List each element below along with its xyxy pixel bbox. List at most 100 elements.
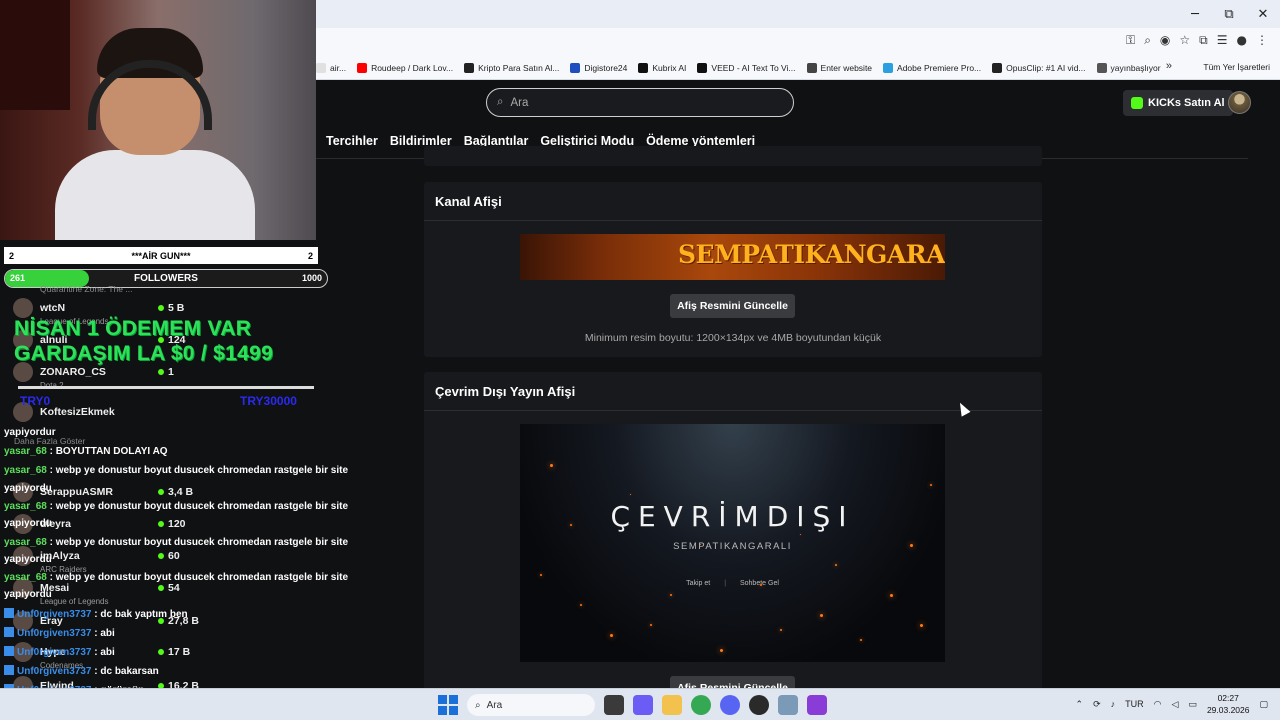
bookmark-item[interactable]: Kripto Para Satın Al... xyxy=(464,62,559,73)
donation-goal-line-1: NİSAN 1 ÖDEMEM VAR xyxy=(14,317,252,340)
chat-username[interactable]: yasar_68 xyxy=(4,572,47,583)
bookmark-item[interactable]: VEED - AI Text To Vi... xyxy=(697,62,796,73)
language-indicator[interactable]: TUR xyxy=(1125,699,1144,709)
restore-icon[interactable]: ⧉ xyxy=(1212,0,1246,28)
eye-icon[interactable]: ◉ xyxy=(1160,33,1170,48)
chat-text: yapiyordu xyxy=(4,518,52,529)
goal-title: ***AİR GUN*** xyxy=(131,250,191,261)
webcam-feed xyxy=(0,0,316,240)
channel-viewers: 5 B xyxy=(158,302,184,314)
offline-follow-text: Takip et xyxy=(686,580,711,587)
followers-label: FOLLOWERS xyxy=(134,273,198,284)
ember-spark xyxy=(580,604,582,606)
wifi-icon[interactable]: ◠ xyxy=(1154,699,1162,710)
chat-message: yapiyordu xyxy=(4,589,52,600)
channel-name[interactable]: ZONARO_CS xyxy=(40,366,106,378)
reading-list-icon[interactable]: ☰ xyxy=(1217,33,1228,48)
ember-spark xyxy=(820,614,823,617)
folder-icon[interactable] xyxy=(662,695,682,715)
card-divider xyxy=(424,220,1042,221)
chat-message: yapiyordur xyxy=(4,427,56,438)
file-explorer-icon[interactable] xyxy=(604,695,624,715)
obs-icon[interactable] xyxy=(749,695,769,715)
all-bookmarks-folder[interactable]: Tüm Yer İşaretleri xyxy=(1203,62,1270,72)
sync-icon[interactable]: ⟳ xyxy=(1093,699,1101,710)
mic-icon[interactable]: ♪ xyxy=(1111,699,1116,709)
bookmark-label: yayınbaşlıyor xyxy=(1110,62,1161,73)
chat-text: yapiyordur xyxy=(4,427,56,438)
bookmark-item[interactable]: Adobe Premiere Pro... xyxy=(883,62,982,73)
channel-name[interactable]: KoftesizEkmek xyxy=(40,406,115,418)
channel-name[interactable]: wtcN xyxy=(40,302,65,314)
chat-username[interactable]: yasar_68 xyxy=(4,501,47,512)
taskbar-search[interactable]: ⌕ Ara xyxy=(467,694,595,716)
windows-taskbar: ⌕ Ara ⌃ ⟳ ♪ TUR ◠ ◁ ▭ 02:27 29.03.2026 ▢ xyxy=(0,688,1280,720)
volume-icon[interactable]: ◁ xyxy=(1172,699,1179,710)
copilot-icon[interactable] xyxy=(633,695,653,715)
channel-avatar[interactable] xyxy=(13,298,33,318)
menu-icon[interactable]: ⋮ xyxy=(1256,33,1268,48)
ember-spark xyxy=(760,584,762,586)
buy-kicks-button[interactable]: KICKs Satın Al xyxy=(1123,90,1233,116)
star-icon[interactable]: ☆ xyxy=(1179,33,1190,48)
zoom-icon[interactable]: ⌕ xyxy=(1144,33,1151,48)
bookmark-item[interactable]: Roudeep / Dark Lov... xyxy=(357,62,453,73)
chat-message: Unf0rgiven3737 : abi xyxy=(4,627,115,639)
channel-viewers: 17 B xyxy=(158,646,190,658)
key-icon[interactable]: ⚿ xyxy=(1126,33,1135,48)
notifications-icon[interactable]: ▢ xyxy=(1259,699,1268,710)
ember-spark xyxy=(910,544,913,547)
search-input[interactable]: ⌕ Ara xyxy=(486,88,794,117)
bookmark-label: Digistore24 xyxy=(584,62,628,73)
chrome-icon[interactable] xyxy=(691,695,711,715)
bookmark-item[interactable]: OpusClip: #1 AI vid... xyxy=(992,62,1086,73)
chat-text: : BOYUTTAN DOLAYI AQ xyxy=(46,446,168,457)
bookmark-favicon-icon xyxy=(316,62,326,73)
ember-spark xyxy=(890,594,893,597)
battery-icon[interactable]: ▭ xyxy=(1188,699,1197,710)
bookmark-item[interactable]: air... xyxy=(316,62,346,73)
discord-icon[interactable] xyxy=(720,695,740,715)
webcam-background xyxy=(0,0,70,110)
bookmark-item[interactable]: yayınbaşlıyor xyxy=(1096,62,1161,73)
chat-username[interactable]: yasar_68 xyxy=(4,537,47,548)
tab-preferences[interactable]: Tercihler xyxy=(326,134,378,148)
chat-badge-icon xyxy=(4,608,14,618)
chat-username[interactable]: Unf0rgiven3737 xyxy=(17,628,91,639)
chat-username[interactable]: Unf0rgiven3737 xyxy=(17,609,91,620)
bookmark-item[interactable]: Digistore24 xyxy=(570,62,628,73)
clock-time: 02:27 xyxy=(1217,693,1239,703)
minimize-icon[interactable]: ─ xyxy=(1178,0,1212,28)
bookmark-label: Adobe Premiere Pro... xyxy=(897,62,982,73)
chat-message: Unf0rgiven3737 : abi xyxy=(4,646,115,658)
card-divider xyxy=(424,410,1042,411)
ember-spark xyxy=(540,574,542,576)
bookmark-item[interactable]: Kubrix AI xyxy=(638,62,686,73)
ember-spark xyxy=(700,544,701,545)
chat-username[interactable]: yasar_68 xyxy=(4,465,47,476)
chat-username[interactable]: yasar_68 xyxy=(4,446,47,457)
offline-image-subtitle: SEMPATIKANGARALI xyxy=(673,541,792,552)
channel-viewers: 120 xyxy=(158,518,186,530)
chat-text: : dc bakarsan xyxy=(91,666,159,677)
profile-icon[interactable]: ● xyxy=(1237,33,1247,48)
bookmarks-more-icon[interactable]: » xyxy=(1166,60,1172,72)
chat-username[interactable]: Unf0rgiven3737 xyxy=(17,647,91,658)
chat-username[interactable]: Unf0rgiven3737 xyxy=(17,666,91,677)
chat-message: yapiyordu xyxy=(4,554,52,565)
donation-max: TRY30000 xyxy=(240,394,297,408)
start-icon[interactable] xyxy=(438,695,458,715)
ember-spark xyxy=(920,624,923,627)
chat-text: : webp ye donustur boyut dusucek chromed… xyxy=(46,465,348,476)
bookmark-item[interactable]: Enter website xyxy=(806,62,872,73)
update-banner-button[interactable]: Afiş Resmini Güncelle xyxy=(670,294,795,318)
chevron-up-icon[interactable]: ⌃ xyxy=(1076,699,1084,710)
close-icon[interactable]: ✕ xyxy=(1246,0,1280,28)
user-avatar[interactable] xyxy=(1228,91,1251,114)
buy-kicks-label: KICKs Satın Al xyxy=(1148,97,1225,109)
clock[interactable]: 02:27 29.03.2026 xyxy=(1207,692,1250,716)
chat-message: yasar_68 : webp ye donustur boyut dusuce… xyxy=(4,572,348,583)
settings-icon[interactable] xyxy=(778,695,798,715)
extensions-icon[interactable]: ⧉ xyxy=(1199,33,1208,48)
app-icon[interactable] xyxy=(807,695,827,715)
